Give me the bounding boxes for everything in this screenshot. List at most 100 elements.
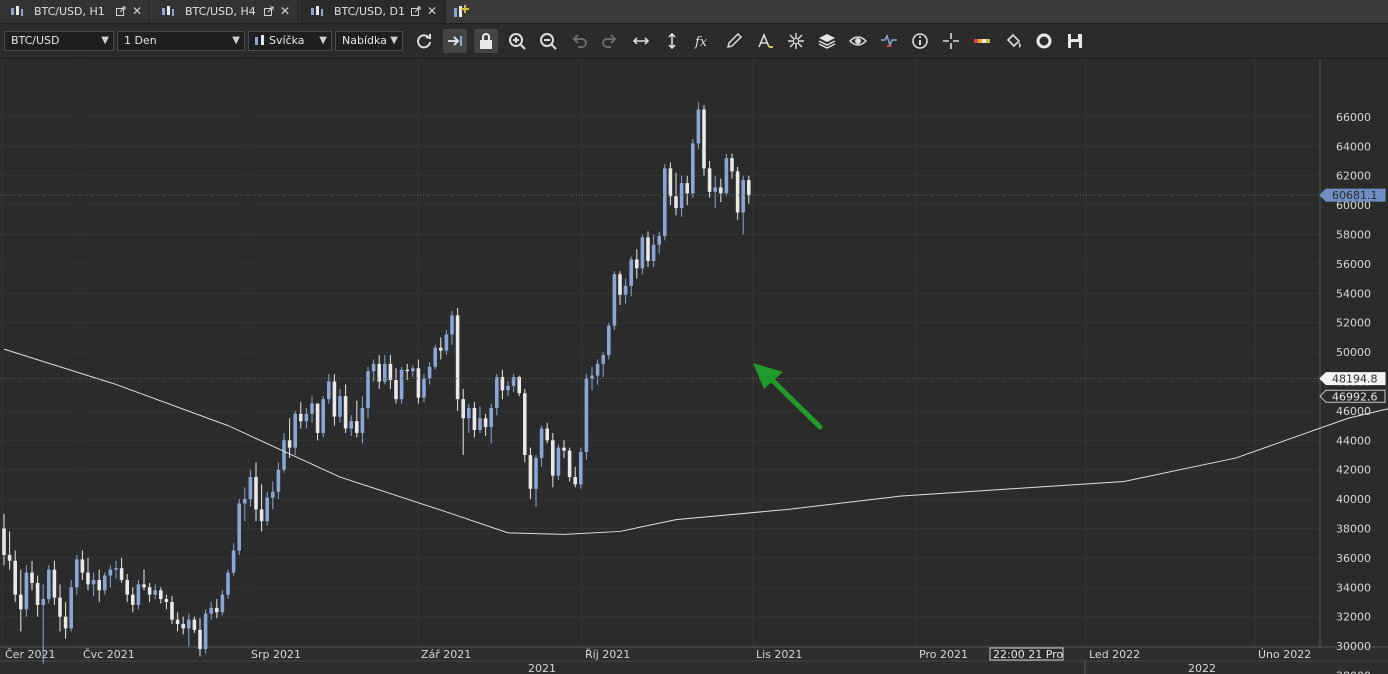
candle-body xyxy=(170,602,174,620)
lock-button[interactable] xyxy=(474,29,498,53)
candle-body xyxy=(125,579,129,595)
indicator-button[interactable]: fx xyxy=(691,29,715,53)
objects-button[interactable] xyxy=(784,29,808,53)
timeframe-select[interactable]: 1 Den ▼ xyxy=(117,31,245,51)
candle-body xyxy=(735,171,740,213)
circle-icon xyxy=(1036,33,1052,49)
year-label: 2021 xyxy=(528,662,556,674)
candle-body xyxy=(355,421,359,433)
redo-button[interactable] xyxy=(598,29,622,53)
candle-body xyxy=(623,285,628,295)
candle-body xyxy=(394,380,398,400)
candle-body xyxy=(187,619,191,629)
close-icon[interactable]: ✕ xyxy=(427,0,437,23)
zoom-out-button[interactable] xyxy=(536,29,560,53)
candle-body xyxy=(119,568,124,580)
candle-body xyxy=(618,274,622,295)
popout-icon[interactable] xyxy=(411,6,421,16)
heartbeat-icon xyxy=(881,34,897,48)
candle-body xyxy=(293,413,297,448)
candle-body xyxy=(455,315,460,400)
add-chart-icon[interactable] xyxy=(452,3,470,19)
indicator-fx-icon: fx xyxy=(694,35,708,50)
tab-btcusd-d1[interactable]: BTC/USD, D1 ✕ xyxy=(300,0,446,23)
symbol-select[interactable]: BTC/USD ▼ xyxy=(4,31,114,51)
autoscroll-button[interactable] xyxy=(443,29,467,53)
tab-label: BTC/USD, D1 xyxy=(334,5,405,18)
candle-body xyxy=(304,413,309,422)
candle-body xyxy=(299,413,303,422)
cursor-time-label: 22:00 21 Pro xyxy=(993,648,1063,661)
info-button[interactable] xyxy=(908,29,932,53)
chart-type-value: Svíčka xyxy=(269,34,305,47)
zoom-out-icon xyxy=(540,33,557,50)
visibility-button[interactable] xyxy=(846,29,870,53)
candle xyxy=(612,271,617,331)
candle-body xyxy=(315,403,320,433)
signals-button[interactable] xyxy=(877,29,901,53)
close-icon[interactable]: ✕ xyxy=(132,0,142,23)
candle-body xyxy=(388,363,393,381)
y-tick-label: 32000 xyxy=(1336,611,1371,624)
vertical-scale-button[interactable] xyxy=(660,29,684,53)
chevron-down-icon: ▼ xyxy=(101,35,109,46)
candle xyxy=(640,234,645,275)
popout-icon[interactable] xyxy=(264,6,274,16)
refresh-button[interactable] xyxy=(412,29,436,53)
pencil-icon xyxy=(726,32,743,49)
candle xyxy=(69,579,73,632)
x-tick-label: Úno 2022 xyxy=(1258,648,1311,661)
menu-select[interactable]: Nabídka ▼ xyxy=(335,31,403,51)
y-tick-label: 36000 xyxy=(1336,552,1371,565)
candle xyxy=(579,447,583,489)
price-badge-label: 46992.6 xyxy=(1332,390,1378,403)
x-tick-label: Čer 2021 xyxy=(5,648,55,661)
layers-icon xyxy=(818,34,836,49)
chevron-down-icon: ▼ xyxy=(232,35,240,46)
popout-icon[interactable] xyxy=(116,6,126,16)
candle-body xyxy=(131,594,135,605)
candle-body xyxy=(159,590,163,600)
candle xyxy=(556,444,561,480)
candle xyxy=(455,308,460,411)
candle-body xyxy=(685,183,689,194)
candle-body xyxy=(483,418,488,428)
crosshair-button[interactable] xyxy=(939,29,963,53)
chevron-down-icon: ▼ xyxy=(319,35,327,46)
save-button[interactable] xyxy=(1063,29,1087,53)
candle-body xyxy=(556,447,561,476)
tab-btcusd-h4[interactable]: BTC/USD, H4 ✕ xyxy=(151,0,299,23)
candle-body xyxy=(147,587,152,595)
candle-body xyxy=(478,418,482,431)
candle-body xyxy=(590,375,594,379)
candle-body xyxy=(696,109,701,144)
candle-body xyxy=(562,447,566,451)
layers-button[interactable] xyxy=(815,29,839,53)
candle-body xyxy=(13,560,17,595)
zoom-in-button[interactable] xyxy=(505,29,529,53)
y-tick-label: 52000 xyxy=(1336,317,1371,330)
candle-body xyxy=(86,572,90,585)
cycle-button[interactable] xyxy=(1032,29,1056,53)
candle-body xyxy=(691,143,695,194)
candle xyxy=(523,388,527,463)
horizontal-scale-button[interactable] xyxy=(629,29,653,53)
colors-button[interactable] xyxy=(970,29,994,53)
candle-body xyxy=(321,399,325,433)
candle-body xyxy=(668,168,673,197)
x-tick-label: Zář 2021 xyxy=(421,648,471,661)
candle-body xyxy=(444,334,449,351)
candle-body xyxy=(651,244,656,261)
price-chart[interactable]: 6600064000620006000058000560005400052000… xyxy=(0,59,1388,674)
fill-button[interactable] xyxy=(1001,29,1025,53)
candle-body xyxy=(595,363,600,376)
chevron-down-icon: ▼ xyxy=(390,35,398,46)
text-tool-button[interactable] xyxy=(753,29,777,53)
y-tick-label: 66000 xyxy=(1336,111,1371,124)
undo-button[interactable] xyxy=(567,29,591,53)
candle xyxy=(607,322,611,360)
draw-button[interactable] xyxy=(722,29,746,53)
chart-type-select[interactable]: Svíčka ▼ xyxy=(248,31,332,51)
tab-btcusd-h1[interactable]: BTC/USD, H1 ✕ xyxy=(0,0,150,23)
close-icon[interactable]: ✕ xyxy=(280,0,290,23)
